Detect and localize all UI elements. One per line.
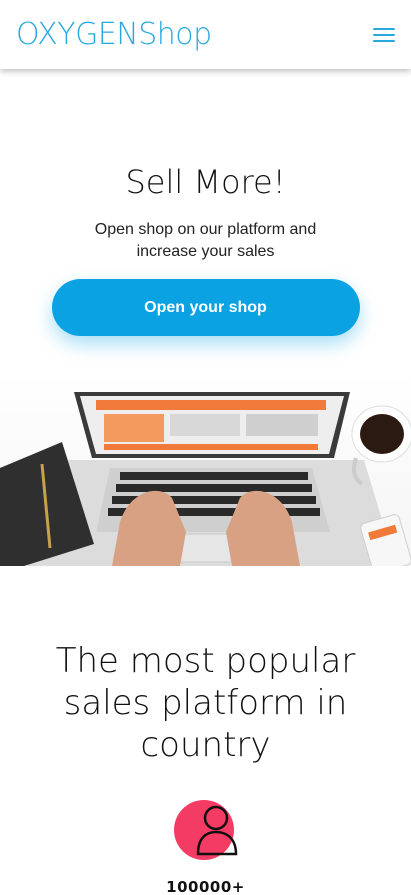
hero-title: Sell More!: [125, 163, 286, 201]
stat-value: 100000+: [166, 878, 245, 895]
popular-title: The most popular sales platform in count…: [55, 641, 356, 765]
logo[interactable]: OXYGENShop: [16, 17, 212, 52]
user-icon: [173, 798, 238, 862]
laptop-hero-image: [0, 372, 411, 566]
hamburger-menu-icon[interactable]: [373, 22, 399, 48]
stat-users: 100000+: [0, 798, 411, 895]
hero-section: Sell More! Open shop on our platform and…: [0, 69, 411, 336]
popular-section: The most popular sales platform in count…: [0, 640, 411, 766]
hero-subtitle: Open shop on our platform and increase y…: [94, 221, 317, 260]
open-shop-button[interactable]: Open your shop: [51, 279, 360, 336]
header: OXYGENShop: [0, 0, 411, 69]
